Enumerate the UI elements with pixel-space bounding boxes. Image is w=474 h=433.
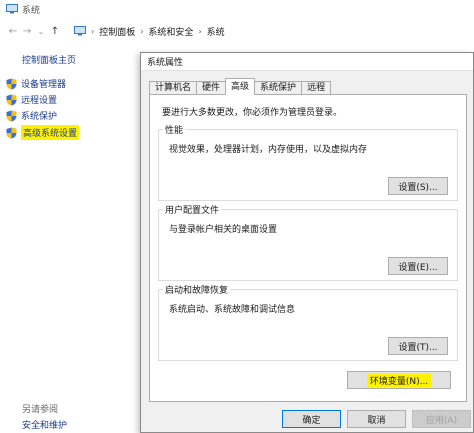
cancel-button[interactable]: 取消 [347, 410, 406, 428]
forward-arrow-icon[interactable]: → [20, 23, 34, 39]
startup-settings-button[interactable]: 设置(T)... [388, 337, 448, 355]
shield-icon [6, 78, 17, 89]
recent-locations-icon[interactable]: ⌄ [34, 23, 48, 39]
tab-computer-name[interactable]: 计算机名 [149, 81, 198, 95]
window-titlebar: 系统 [0, 0, 474, 18]
profiles-settings-button[interactable]: 设置(E)... [388, 257, 448, 275]
sidebar-item-remote-settings[interactable]: 远程设置 [6, 93, 57, 106]
system-app-icon [6, 4, 18, 14]
group-description: 系统启动、系统故障和调试信息 [169, 305, 296, 315]
security-maintenance-link[interactable]: 安全和维护 [22, 418, 67, 431]
tab-system-protection[interactable]: 系统保护 [254, 81, 303, 95]
sidebar: 控制面板主页 设备管理器 远程设置 系统保护 高级系统设置 另请参阅 安全和维护 [0, 44, 140, 433]
shield-icon [6, 127, 17, 138]
environment-variables-button[interactable]: 环境变量(N)... [347, 371, 451, 389]
breadcrumb-separator: › [140, 26, 144, 36]
sidebar-item-system-protection[interactable]: 系统保护 [6, 109, 57, 122]
breadcrumb-system[interactable]: 系统 [207, 25, 225, 38]
control-panel-home-link[interactable]: 控制面板主页 [22, 53, 76, 66]
control-panel-icon [74, 26, 86, 36]
performance-group: 性能 视觉效果，处理器计划，内存使用，以及虚拟内存 设置(S)... [158, 123, 458, 201]
advanced-tab-panel: 要进行大多数更改，你必须作为管理员登录。 性能 视觉效果，处理器计划，内存使用，… [149, 94, 467, 402]
startup-recovery-group: 启动和故障恢复 系统启动、系统故障和调试信息 设置(T)... [158, 283, 458, 361]
sidebar-item-device-manager[interactable]: 设备管理器 [6, 77, 66, 90]
dialog-title: 系统属性 [147, 58, 184, 68]
apply-button[interactable]: 应用(A) [412, 410, 471, 428]
shield-icon [6, 110, 17, 121]
tab-remote[interactable]: 远程 [301, 81, 332, 95]
address-bar: ← → ⌄ ↑ › 控制面板 › 系统和安全 › 系统 [0, 20, 474, 42]
breadcrumb-separator: › [91, 26, 95, 36]
breadcrumb: › 控制面板 › 系统和安全 › 系统 [74, 22, 474, 40]
sidebar-item-advanced-system-settings[interactable]: 高级系统设置 [6, 125, 80, 140]
ok-button[interactable]: 确定 [282, 410, 341, 428]
group-label: 性能 [163, 123, 186, 136]
window-title: 系统 [22, 5, 41, 16]
environment-variables-label: 环境变量(N)... [366, 373, 432, 387]
see-also-heading: 另请参阅 [22, 405, 59, 415]
breadcrumb-system-security[interactable]: 系统和安全 [148, 25, 193, 38]
group-description: 与登录帐户相关的桌面设置 [169, 225, 278, 235]
group-label: 启动和故障恢复 [163, 283, 231, 296]
back-arrow-icon[interactable]: ← [6, 23, 20, 39]
group-label: 用户配置文件 [163, 203, 222, 216]
user-profiles-group: 用户配置文件 与登录帐户相关的桌面设置 设置(E)... [158, 203, 458, 281]
tab-hardware[interactable]: 硬件 [196, 81, 227, 95]
sidebar-item-label: 设备管理器 [21, 80, 67, 90]
tab-advanced[interactable]: 高级 [225, 78, 256, 95]
admin-note: 要进行大多数更改，你必须作为管理员登录。 [162, 108, 343, 118]
group-description: 视觉效果，处理器计划，内存使用，以及虚拟内存 [169, 145, 368, 155]
breadcrumb-control-panel[interactable]: 控制面板 [99, 25, 135, 38]
breadcrumb-separator: › [198, 26, 202, 36]
up-arrow-icon[interactable]: ↑ [48, 23, 62, 39]
system-properties-dialog: 系统属性 计算机名 硬件 高级 系统保护 远程 要进行大多数更改，你必须作为管理… [140, 52, 474, 433]
shield-icon [6, 94, 17, 105]
tab-strip: 计算机名 硬件 高级 系统保护 远程 [149, 78, 332, 95]
dialog-titlebar: 系统属性 [141, 53, 473, 71]
sidebar-item-label: 系统保护 [21, 112, 58, 122]
sidebar-item-label: 高级系统设置 [21, 125, 80, 140]
performance-settings-button[interactable]: 设置(S)... [388, 177, 448, 195]
sidebar-item-label: 远程设置 [21, 96, 58, 106]
